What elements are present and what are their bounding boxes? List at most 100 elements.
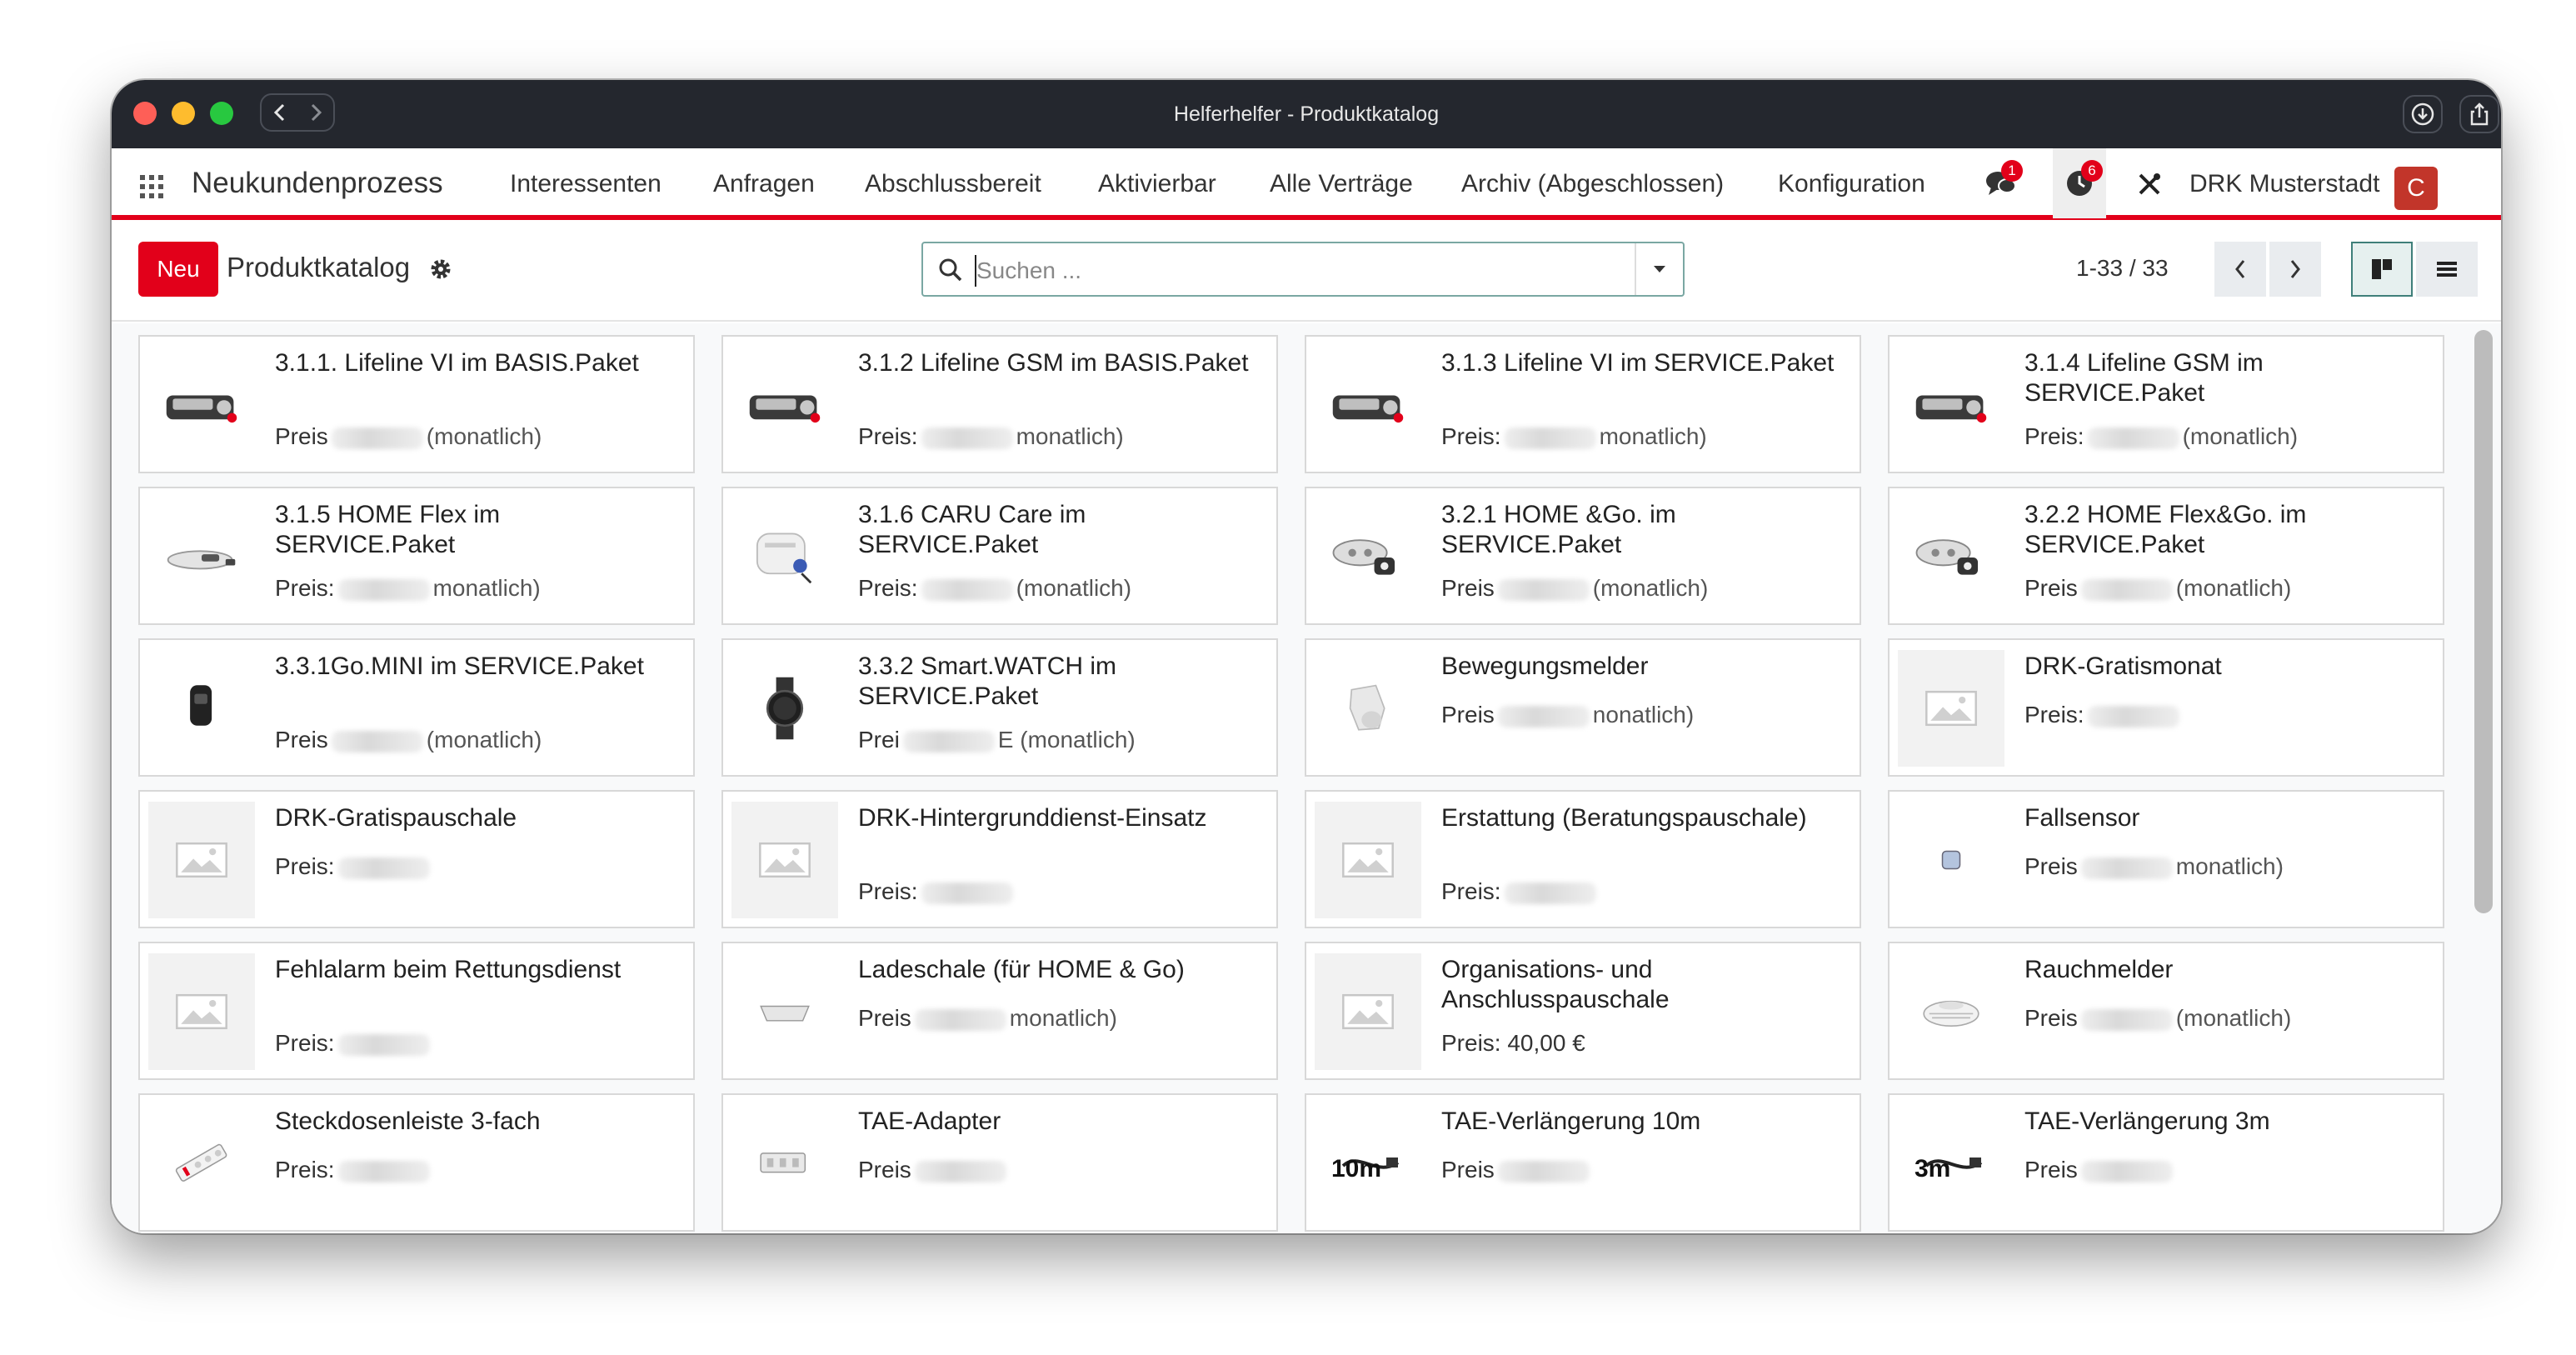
product-card[interactable]: Fehlalarm beim Rettungsdienst Preis: — [138, 942, 695, 1080]
product-title: 3.1.5 HOME Flex im SERVICE.Paket — [275, 501, 501, 558]
product-title: Erstattung (Beratungspauschale) — [1441, 804, 1807, 832]
gear-icon[interactable] — [428, 257, 453, 282]
product-title: 3.3.1Go.MINI im SERVICE.Paket — [275, 652, 644, 680]
price-suffix: monatlich) — [432, 575, 541, 601]
user-avatar[interactable]: C — [2394, 167, 2438, 210]
search-bar[interactable]: Suchen ... — [921, 242, 1685, 297]
price-suffix: E (monatlich) — [997, 727, 1136, 752]
product-card[interactable]: Bewegungsmelder Preis nonatlich) — [1305, 638, 1861, 777]
redacted-price — [337, 1160, 430, 1182]
menu-konfiguration[interactable]: Konfiguration — [1778, 170, 1925, 198]
price-label: Preis — [858, 1005, 911, 1031]
price-suffix: (monatlich) — [1592, 575, 1709, 601]
product-card[interactable]: 3.2.1 HOME &Go. im SERVICE.Paket Preis (mo… — [1305, 487, 1861, 625]
product-price: Preis: monatlich) — [858, 423, 1124, 450]
menu-alle-vertraege[interactable]: Alle Verträge — [1270, 170, 1413, 198]
title-bar: Helferhelfer - Produktkatalog — [112, 80, 2501, 148]
product-card[interactable]: Steckdosenleiste 3-fach Preis: — [138, 1093, 695, 1232]
price-label: Preis — [858, 1157, 911, 1182]
product-card[interactable]: 3.1.3 Lifeline VI im SERVICE.Paket Preis:… — [1305, 335, 1861, 473]
messages-button[interactable]: 1 — [1978, 160, 2024, 205]
product-card[interactable]: DRK-Gratismonat Preis: — [1888, 638, 2444, 777]
share-icon — [2470, 102, 2489, 126]
page-title: Produktkatalog — [227, 252, 411, 282]
image-placeholder-icon — [148, 953, 255, 1070]
menu-anfragen[interactable]: Anfragen — [713, 170, 815, 198]
product-card[interactable]: 3.2.2 HOME Flex&Go. im SERVICE.Paket Prei… — [1888, 487, 2444, 625]
share-button[interactable] — [2459, 95, 2499, 133]
app-menu-icon[interactable] — [140, 175, 163, 198]
product-card[interactable]: 3.1.2 Lifeline GSM im BASIS.Paket Preis: m… — [721, 335, 1278, 473]
image-placeholder-icon — [1315, 953, 1421, 1070]
price-label: Preis: — [275, 1157, 335, 1182]
product-card[interactable]: 3.1.1. Lifeline VI im BASIS.Paket Preis (m… — [138, 335, 695, 473]
product-card[interactable]: Ladeschale (für HOME & Go) Preis monatlich… — [721, 942, 1278, 1080]
product-title: DRK-Hintergrunddienst-Einsatz — [858, 804, 1207, 832]
price-suffix: (monatlich) — [426, 727, 542, 752]
product-card[interactable]: Organisations- und Anschlusspauschale Pre… — [1305, 942, 1861, 1080]
product-price: Preis: (monatlich) — [2024, 423, 2298, 450]
activity-button[interactable]: 6 — [2053, 148, 2106, 218]
search-input[interactable]: Suchen ... — [976, 258, 1081, 284]
new-button[interactable]: Neu — [138, 242, 218, 297]
product-card[interactable]: 3m TAE-Verlängerung 3m Preis — [1888, 1093, 2444, 1232]
product-price: Preis — [2024, 1157, 2176, 1183]
price-label: Preis: — [858, 575, 918, 601]
power-strip-icon — [148, 1105, 255, 1222]
browser-window: Helferhelfer - Produktkatalog Neukundenp… — [112, 80, 2501, 1233]
product-price: Preis: monatlich) — [1441, 423, 1707, 450]
price-label: Preis: — [2024, 702, 2084, 728]
product-card[interactable]: DRK-Gratispauschale Preis: — [138, 790, 695, 928]
app-brand[interactable]: Neukundenprozess — [192, 167, 443, 200]
redacted-price — [914, 1008, 1006, 1031]
product-title: Fehlalarm beim Rettungsdienst — [275, 956, 622, 983]
redacted-price — [331, 427, 423, 449]
pager-previous-button[interactable] — [2214, 242, 2266, 297]
product-price: Preis — [1441, 1157, 1593, 1183]
product-price: Preis: monatlich) — [275, 575, 541, 602]
product-title: Ladeschale (für HOME & Go) — [858, 956, 1185, 983]
product-card[interactable]: 3.1.5 HOME Flex im SERVICE.Paket Preis: mo… — [138, 487, 695, 625]
product-price: Preis (monatlich) — [275, 727, 542, 753]
product-price: Preis: 40,00 € — [1441, 1030, 1585, 1057]
pager-value[interactable]: 1-33 / 33 — [2076, 255, 2169, 282]
product-price: Preis: (monatlich) — [858, 575, 1131, 602]
product-card[interactable]: Fallsensor Preis monatlich) — [1888, 790, 2444, 928]
product-title: DRK-Gratispauschale — [275, 804, 517, 832]
product-price: Preis monatlich) — [858, 1005, 1117, 1032]
menu-abschlussbereit[interactable]: Abschlussbereit — [865, 170, 1041, 198]
redacted-price — [2080, 1008, 2173, 1031]
price-label: Prei — [858, 727, 900, 752]
product-card[interactable]: 10m TAE-Verlängerung 10m Preis — [1305, 1093, 1861, 1232]
price-label: Preis — [2024, 1157, 2078, 1182]
price-label: Preis: — [275, 853, 335, 879]
list-view-button[interactable] — [2416, 242, 2478, 297]
menu-aktivierbar[interactable]: Aktivierbar — [1098, 170, 1216, 198]
product-card[interactable]: 3.3.2 Smart.WATCH im SERVICE.Paket Prei E … — [721, 638, 1278, 777]
product-card[interactable]: DRK-Hintergrunddienst-Einsatz Preis: — [721, 790, 1278, 928]
redacted-price — [2080, 578, 2173, 601]
product-title: 3.3.2 Smart.WATCH im SERVICE.Paket — [858, 652, 1117, 710]
product-card[interactable]: TAE-Adapter Preis — [721, 1093, 1278, 1232]
company-switcher[interactable]: DRK Musterstadt — [2189, 170, 2379, 198]
main-navbar: Neukundenprozess Interessenten Anfragen … — [112, 148, 2501, 220]
product-card[interactable]: Erstattung (Beratungspauschale) Preis: — [1305, 790, 1861, 928]
scrollbar[interactable] — [2474, 330, 2493, 913]
product-price: Preis: — [858, 878, 1016, 905]
product-card[interactable]: Rauchmelder Preis (monatlich) — [1888, 942, 2444, 1080]
download-button[interactable] — [2403, 95, 2443, 133]
kanban-view-button[interactable] — [2351, 242, 2413, 297]
debug-tools-button[interactable] — [2131, 163, 2168, 205]
product-card[interactable]: 3.1.4 Lifeline GSM im SERVICE.Paket Preis… — [1888, 335, 2444, 473]
price-suffix: (monatlich) — [1016, 575, 1132, 601]
search-options-toggle[interactable] — [1635, 243, 1683, 295]
price-label: Preis — [2024, 853, 2078, 879]
product-card[interactable]: 3.1.6 CARU Care im SERVICE.Paket Preis: (m… — [721, 487, 1278, 625]
menu-interessenten[interactable]: Interessenten — [510, 170, 661, 198]
pager-next-button[interactable] — [2269, 242, 2321, 297]
product-card[interactable]: 3.3.1Go.MINI im SERVICE.Paket Preis (monat… — [138, 638, 695, 777]
redacted-price — [1497, 578, 1590, 601]
home-go-icon — [1315, 498, 1421, 615]
menu-archiv[interactable]: Archiv (Abgeschlossen) — [1461, 170, 1724, 198]
redacted-price — [337, 1033, 430, 1056]
